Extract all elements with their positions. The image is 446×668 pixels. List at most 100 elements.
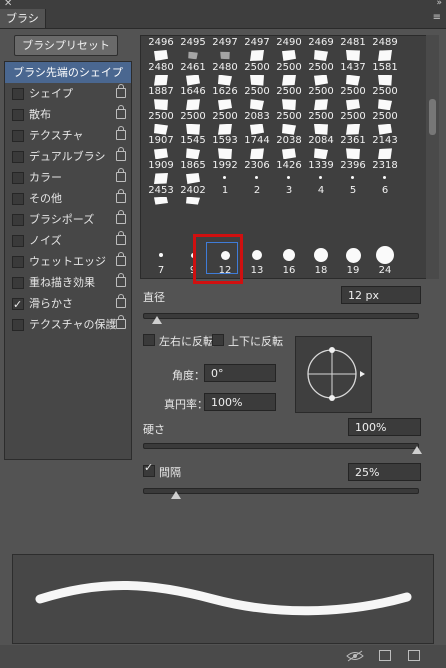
brush-tip-cell[interactable]: 2500: [305, 110, 337, 135]
transfer-checkbox[interactable]: [12, 193, 24, 205]
hardness-slider-thumb[interactable]: [412, 446, 422, 454]
brush-tip-cell[interactable]: 1865: [177, 159, 209, 184]
brush-tip-cell[interactable]: 2497: [241, 36, 273, 61]
diameter-slider-thumb[interactable]: [151, 316, 162, 324]
round-brush-tip-icon[interactable]: [283, 249, 295, 261]
angle-field[interactable]: 0°: [204, 364, 276, 382]
panel-menu-icon[interactable]: ≡: [433, 12, 441, 23]
brush-tip-cell[interactable]: 2489: [369, 36, 401, 61]
texture-checkbox[interactable]: [12, 130, 24, 142]
scrollbar-thumb[interactable]: [429, 99, 436, 135]
brush-presets-button[interactable]: ブラシプリセット: [14, 35, 118, 56]
lock-icon[interactable]: [116, 210, 126, 224]
brush-tip-cell[interactable]: 2480: [209, 61, 241, 86]
round-brush-tip-icon[interactable]: [159, 253, 163, 257]
brush-tip-cell[interactable]: 1909: [145, 159, 177, 184]
brush-tip-cell[interactable]: 2402: [177, 184, 209, 208]
brush-tip-cell[interactable]: 2084: [305, 134, 337, 160]
brush-tip-cell[interactable]: 1626: [209, 85, 241, 111]
tab-brush[interactable]: ブラシ: [0, 9, 46, 28]
brush-tip-cell[interactable]: 2481: [337, 36, 369, 61]
sidebar-item-build-up[interactable]: 重ね描き効果: [5, 272, 131, 293]
brush-tip-cell[interactable]: 2396: [337, 159, 369, 183]
brush-tip-cell[interactable]: 2495: [177, 36, 209, 60]
lock-icon[interactable]: [116, 189, 126, 203]
sidebar-item-smoothing[interactable]: 滑らかさ: [5, 293, 131, 315]
brush-tip-cell[interactable]: 5: [337, 184, 369, 208]
brush-tip-cell[interactable]: 2500: [145, 110, 177, 135]
lock-icon[interactable]: [116, 126, 126, 140]
lock-icon[interactable]: [116, 147, 126, 161]
brush-tip-cell[interactable]: 2500: [241, 85, 273, 111]
brush-tip-cell[interactable]: 2500: [273, 110, 305, 135]
brush-tip-cell[interactable]: 2461: [177, 61, 209, 86]
spacing-slider-thumb[interactable]: [170, 491, 181, 499]
brush-tip-cell[interactable]: 1426: [273, 159, 305, 183]
brush-tip-cell[interactable]: 2500: [305, 61, 337, 86]
angle-circle-icon[interactable]: [296, 337, 371, 412]
hardness-field[interactable]: 100%: [348, 418, 421, 436]
brush-grid-scrollbar[interactable]: [426, 35, 439, 279]
hardness-slider-track[interactable]: [143, 443, 419, 449]
brush-tip-cell[interactable]: 2500: [241, 61, 273, 86]
sidebar-item-dual-brush[interactable]: デュアルブラシ: [5, 146, 131, 167]
brush-tip-cell[interactable]: 2500: [369, 85, 401, 111]
wet-edges-checkbox[interactable]: [12, 256, 24, 268]
brush-tip-cell[interactable]: 2038: [273, 134, 305, 160]
protect-texture-checkbox[interactable]: [12, 319, 24, 331]
brush-tip-cell[interactable]: 2318: [369, 159, 401, 183]
sidebar-item-brush-pose[interactable]: ブラシポーズ: [5, 209, 131, 230]
sidebar-item-texture[interactable]: テクスチャ: [5, 125, 131, 146]
roundness-field[interactable]: 100%: [204, 393, 276, 411]
brush-tip-grid[interactable]: 2496 2495 2497 2497 2490 2469 2481 2489 2480 2461…: [140, 35, 427, 279]
sidebar-item-shape-dynamics[interactable]: シェイプ: [5, 83, 131, 104]
brush-tip-cell[interactable]: 1437: [337, 61, 369, 86]
lock-icon[interactable]: [116, 294, 126, 308]
brush-tip-cell[interactable]: 4: [305, 184, 337, 208]
grid-toggle-icon[interactable]: [379, 650, 391, 661]
brush-tip-cell[interactable]: 2500: [177, 110, 209, 135]
color-dynamics-checkbox[interactable]: [12, 172, 24, 184]
build-up-checkbox[interactable]: [12, 277, 24, 289]
brush-tip-cell[interactable]: 3: [273, 184, 305, 208]
brush-tip-cell[interactable]: 2500: [273, 61, 305, 86]
lock-icon[interactable]: [116, 231, 126, 245]
shape-dynamics-checkbox[interactable]: [12, 88, 24, 100]
lock-icon[interactable]: [116, 273, 126, 287]
spacing-checkbox[interactable]: [143, 461, 155, 477]
dual-brush-checkbox[interactable]: [12, 151, 24, 163]
brush-tip-cell[interactable]: 2496: [145, 36, 177, 61]
brush-tip-cell[interactable]: 1545: [177, 134, 209, 160]
brush-tip-cell[interactable]: 2500: [209, 110, 241, 135]
brush-tip-cell[interactable]: 2500: [369, 110, 401, 135]
round-brush-tip-icon[interactable]: [345, 247, 361, 263]
round-brush-tip-icon[interactable]: [252, 250, 262, 260]
spacing-field[interactable]: 25%: [348, 463, 421, 481]
brush-tip-cell[interactable]: 2497: [209, 36, 241, 60]
brush-tip-cell[interactable]: 2083: [241, 110, 273, 135]
brush-tip-cell[interactable]: 2306: [241, 159, 273, 183]
sidebar-item-brush-tip-shape[interactable]: ブラシ先端のシェイプ: [5, 62, 131, 83]
brush-tip-cell[interactable]: 1593: [209, 134, 241, 160]
smoothing-checkbox[interactable]: [12, 294, 24, 315]
flip-x-checkbox[interactable]: [143, 334, 155, 346]
lock-icon[interactable]: [116, 105, 126, 119]
lock-icon[interactable]: [116, 252, 126, 266]
new-preset-icon[interactable]: [408, 650, 420, 661]
brush-tip-cell[interactable]: 1744: [241, 134, 273, 160]
brush-tip-cell[interactable]: 2361: [337, 134, 369, 160]
sidebar-item-wet-edges[interactable]: ウェットエッジ: [5, 251, 131, 272]
brush-tip-cell[interactable]: 1: [209, 184, 241, 208]
lock-icon[interactable]: [116, 168, 126, 182]
sidebar-item-protect-texture[interactable]: テクスチャの保護: [5, 314, 131, 335]
diameter-field[interactable]: 12 px: [341, 286, 421, 304]
brush-tip-cell[interactable]: 1581: [369, 61, 401, 86]
brush-tip-cell[interactable]: 2469: [305, 36, 337, 61]
brush-tip-cell[interactable]: 1887: [145, 85, 177, 111]
scattering-checkbox[interactable]: [12, 109, 24, 121]
lock-icon[interactable]: [116, 84, 126, 98]
collapse-icon[interactable]: »: [436, 0, 442, 8]
brush-tip-cell[interactable]: 1339: [305, 159, 337, 183]
brush-tip-cell[interactable]: 2500: [273, 85, 305, 111]
round-brush-tip-icon[interactable]: [314, 248, 328, 262]
